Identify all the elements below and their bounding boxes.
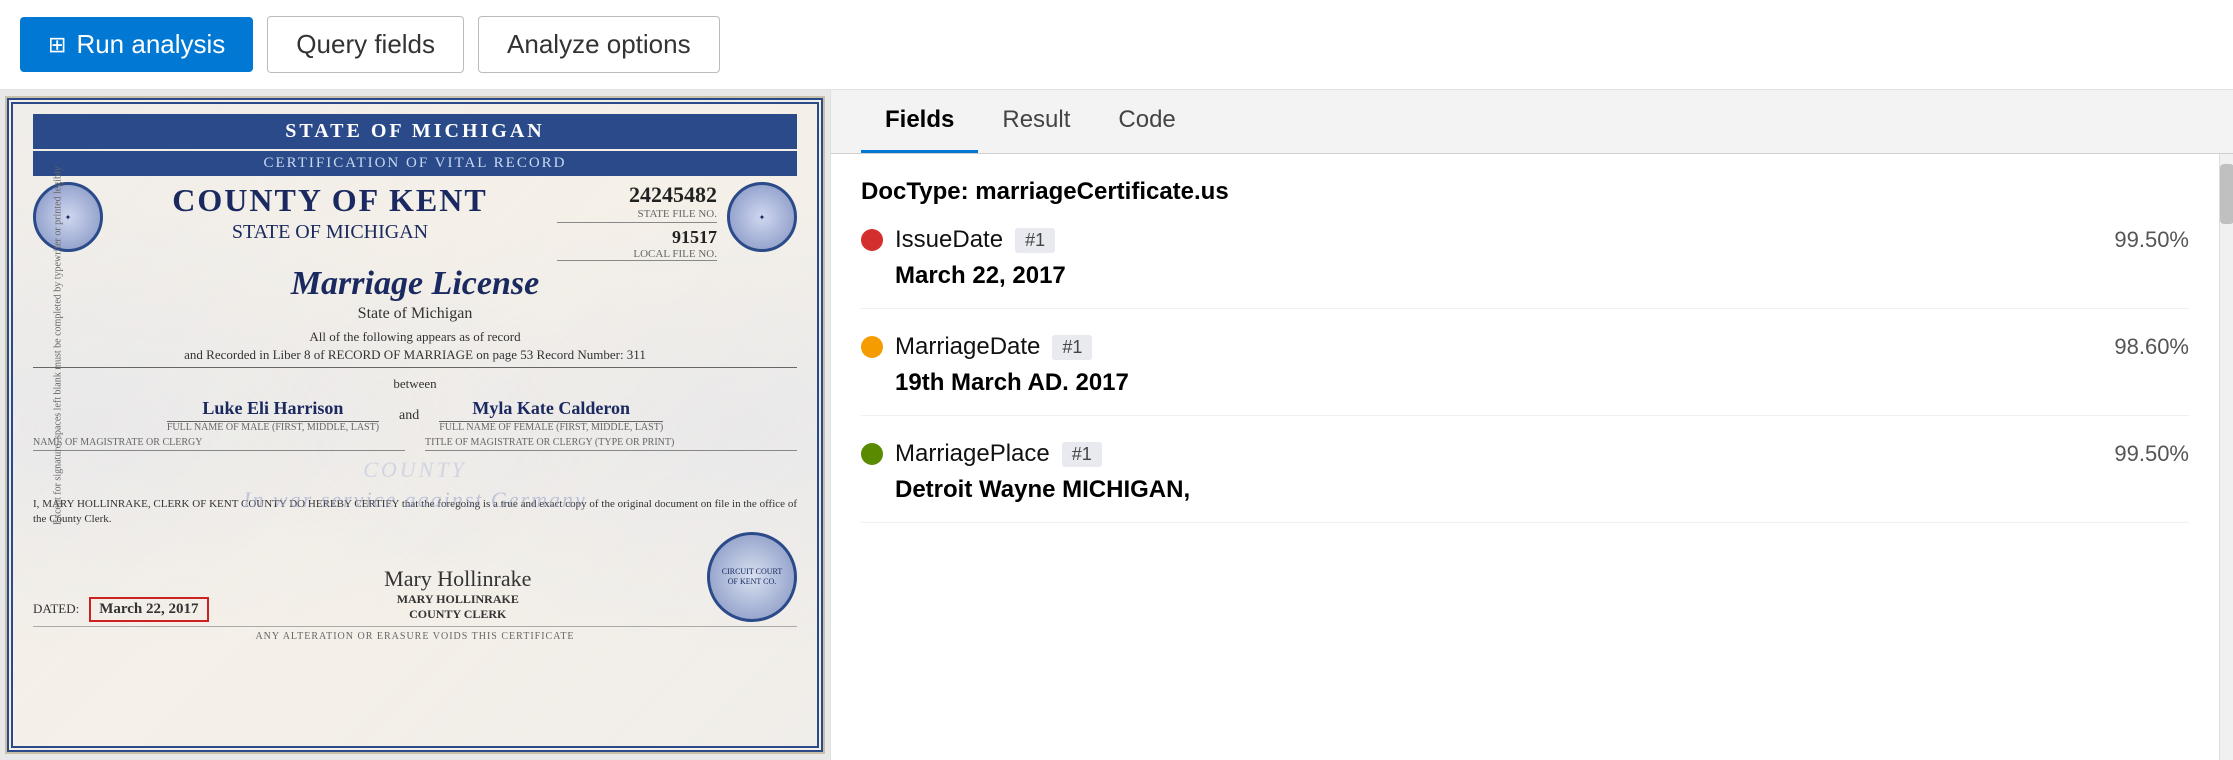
cert-left-ornament: ✦ bbox=[33, 182, 103, 252]
tabs-row: Fields Result Code bbox=[831, 90, 2233, 154]
marriageplace-value: Detroit Wayne MICHIGAN, bbox=[861, 476, 2189, 504]
main-area: 👁 ⌄ Except for signature, spaces left bl… bbox=[0, 90, 2233, 760]
run-icon: ⊞ bbox=[48, 32, 66, 58]
cert-magistrate-title: TITLE OF MAGISTRATE OR CLERGY (TYPE OR P… bbox=[425, 437, 797, 451]
run-analysis-label: Run analysis bbox=[76, 29, 225, 60]
issuedate-badge: #1 bbox=[1015, 228, 1055, 253]
analyze-options-button[interactable]: Analyze options bbox=[478, 16, 720, 73]
cert-subtitle: State of Michigan bbox=[33, 305, 797, 323]
cert-between: between bbox=[33, 376, 797, 392]
cert-bride-name: Myla Kate Calderon bbox=[439, 398, 663, 422]
cert-footer: ANY ALTERATION OR ERASURE VOIDS THIS CER… bbox=[33, 626, 797, 642]
cert-title: Marriage License bbox=[33, 265, 797, 303]
cert-magistrate-area: NAME OF MAGISTRATE OR CLERGY TITLE OF MA… bbox=[33, 437, 797, 451]
cert-file-no: 24245482 bbox=[557, 182, 717, 208]
cert-watermark: COUNTY bbox=[33, 457, 797, 483]
cert-header: STATE OF MICHIGAN bbox=[33, 114, 797, 149]
cert-file-label: STATE FILE NO. bbox=[557, 208, 717, 223]
cert-local-file-label: LOCAL FILE NO. bbox=[557, 248, 717, 261]
issuedate-dot bbox=[861, 229, 883, 251]
cert-sig-title2: COUNTY CLERK bbox=[384, 607, 531, 622]
tab-fields[interactable]: Fields bbox=[861, 90, 978, 153]
cert-parties: Luke Eli Harrison FULL NAME OF MALE (FIR… bbox=[33, 398, 797, 433]
cert-signature-right: Mary Hollinrake MARY HOLLINRAKE COUNTY C… bbox=[384, 566, 531, 622]
cert-groom-name: Luke Eli Harrison bbox=[167, 398, 379, 422]
doctype-label: DocType: bbox=[861, 178, 969, 205]
marriagedate-value: 19th March AD. 2017 bbox=[861, 369, 2189, 397]
marriagedate-badge: #1 bbox=[1052, 335, 1092, 360]
query-fields-button[interactable]: Query fields bbox=[267, 16, 464, 73]
issuedate-name: IssueDate bbox=[895, 226, 1003, 254]
marriageplace-badge: #1 bbox=[1062, 442, 1102, 467]
marriageplace-name: MarriagePlace bbox=[895, 440, 1050, 468]
fields-content: DocType: marriageCertificate.us IssueDat… bbox=[831, 154, 2219, 760]
doctype-row: DocType: marriageCertificate.us bbox=[861, 178, 2189, 206]
cert-date-value: March 22, 2017 bbox=[89, 597, 208, 622]
cert-bride-label: FULL NAME OF FEMALE (FIRST, MIDDLE, LAST… bbox=[439, 422, 663, 433]
cert-and: and bbox=[399, 408, 419, 424]
certificate-image: Except for signature, spaces left blank … bbox=[5, 96, 825, 754]
cert-magistrate-name: NAME OF MAGISTRATE OR CLERGY bbox=[33, 437, 405, 451]
issuedate-value: March 22, 2017 bbox=[861, 262, 2189, 290]
tab-code[interactable]: Code bbox=[1094, 90, 1199, 153]
marriagedate-name: MarriageDate bbox=[895, 333, 1040, 361]
scrollbar[interactable] bbox=[2219, 154, 2233, 760]
cert-groom-label: FULL NAME OF MALE (FIRST, MIDDLE, LAST) bbox=[167, 422, 379, 433]
cert-round-seal: CIRCUIT COURT OF KENT CO. bbox=[707, 532, 797, 622]
field-item-marriagedate: MarriageDate #1 98.60% 19th March AD. 20… bbox=[861, 333, 2189, 416]
cert-right-ornament: ✦ bbox=[727, 182, 797, 252]
toolbar: ⊞ Run analysis Query fields Analyze opti… bbox=[0, 0, 2233, 90]
tab-result[interactable]: Result bbox=[978, 90, 1094, 153]
image-panel: 👁 ⌄ Except for signature, spaces left bl… bbox=[0, 90, 830, 760]
cert-state-name: STATE OF MICHIGAN bbox=[113, 221, 547, 244]
issuedate-confidence: 99.50% bbox=[2114, 227, 2189, 253]
doctype-value: marriageCertificate.us bbox=[975, 178, 1228, 205]
right-panel: Fields Result Code DocType: marriageCert… bbox=[830, 90, 2233, 760]
cert-dated-label: DATED: bbox=[33, 601, 79, 617]
run-analysis-button[interactable]: ⊞ Run analysis bbox=[20, 17, 253, 72]
cert-county: COUNTY OF KENT bbox=[113, 182, 547, 219]
cert-war-text: In war service against Germany bbox=[33, 487, 797, 507]
field-item-issuedate: IssueDate #1 99.50% March 22, 2017 bbox=[861, 226, 2189, 309]
cert-signatures: DATED: March 22, 2017 Mary Hollinrake MA… bbox=[33, 532, 797, 622]
marriagedate-confidence: 98.60% bbox=[2114, 334, 2189, 360]
marriagedate-dot bbox=[861, 336, 883, 358]
cert-sig-name: Mary Hollinrake bbox=[384, 566, 531, 592]
query-fields-label: Query fields bbox=[296, 29, 435, 59]
cert-subheader: CERTIFICATION OF VITAL RECORD bbox=[33, 151, 797, 176]
cert-date-area: DATED: March 22, 2017 bbox=[33, 597, 209, 622]
marriageplace-dot bbox=[861, 443, 883, 465]
cert-recorded-line: and Recorded in Liber 8 of RECORD OF MAR… bbox=[33, 347, 797, 368]
cert-local-file-no: 91517 bbox=[557, 227, 717, 248]
cert-body1: All of the following appears as of recor… bbox=[33, 329, 797, 345]
marriageplace-confidence: 99.50% bbox=[2114, 441, 2189, 467]
field-item-marriageplace: MarriagePlace #1 99.50% Detroit Wayne MI… bbox=[861, 440, 2189, 523]
analyze-options-label: Analyze options bbox=[507, 29, 691, 59]
cert-sig-title1: MARY HOLLINRAKE bbox=[384, 592, 531, 607]
